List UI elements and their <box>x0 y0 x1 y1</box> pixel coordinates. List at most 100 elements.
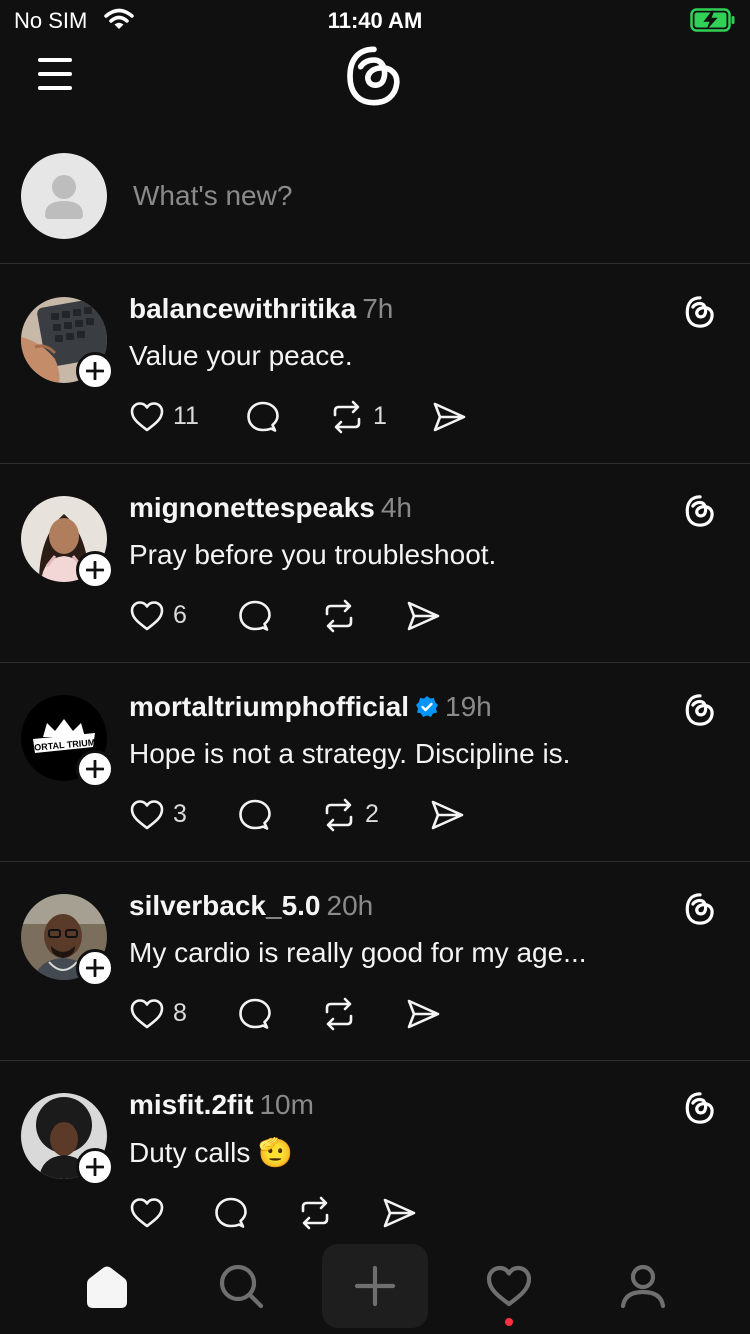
send-icon <box>407 601 440 631</box>
post-text: Hope is not a strategy. Discipline is. <box>129 738 571 769</box>
follow-button[interactable] <box>76 352 114 390</box>
tab-search[interactable] <box>188 1244 294 1328</box>
threads-icon[interactable] <box>683 892 717 926</box>
post-text: Value your peace. <box>129 340 353 371</box>
repost-icon <box>325 798 353 832</box>
comment-icon <box>239 600 271 631</box>
tab-home[interactable] <box>54 1244 160 1328</box>
post[interactable]: balancewithritika 7h Value your peace. 11… <box>0 265 750 464</box>
post-header: silverback_5.0 20h <box>129 890 373 922</box>
follow-button[interactable] <box>76 1148 114 1186</box>
repost-icon <box>325 997 353 1031</box>
hamburger-icon[interactable] <box>34 52 78 96</box>
post-avatar[interactable] <box>21 1093 114 1186</box>
status-bar: No SIM 11:40 AM <box>0 0 750 40</box>
post[interactable]: misfit.2fit 10m Duty calls 🫡 <box>0 1061 750 1260</box>
clock: 11:40 AM <box>327 8 423 33</box>
tab-bar <box>0 1238 750 1334</box>
post-time: 10m <box>259 1089 314 1120</box>
comment-icon <box>247 401 279 432</box>
post-time: 20h <box>326 890 374 921</box>
post-time: 19h <box>445 691 492 722</box>
comment-icon <box>239 799 271 830</box>
heart-icon <box>130 601 164 631</box>
follow-button[interactable] <box>76 750 114 788</box>
username[interactable]: silverback_5.0 <box>129 890 321 921</box>
home-icon <box>87 1266 127 1308</box>
composer-input[interactable]: What's new? <box>133 180 292 212</box>
repost-icon <box>325 599 353 633</box>
post-time: 4h <box>380 492 413 523</box>
send-icon <box>383 1198 416 1228</box>
like-count: 11 <box>173 402 199 430</box>
plus-icon <box>86 561 104 579</box>
follow-button[interactable] <box>76 949 114 987</box>
like-count: 6 <box>173 601 187 629</box>
repost-count: 1 <box>373 402 387 430</box>
post-avatar[interactable] <box>21 297 114 390</box>
search-icon <box>219 1264 264 1309</box>
plus-icon <box>354 1265 396 1307</box>
heart-icon <box>130 800 164 830</box>
repost-count: 2 <box>365 800 379 828</box>
username[interactable]: misfit.2fit <box>129 1089 253 1120</box>
post-actions: 8 <box>129 996 629 1032</box>
post-actions: 11 1 <box>129 399 629 435</box>
plus-icon <box>86 1158 104 1176</box>
post-header: misfit.2fit 10m <box>129 1089 314 1121</box>
like-count: 3 <box>173 800 187 828</box>
threads-icon[interactable] <box>683 494 717 528</box>
plus-icon <box>86 760 104 778</box>
feed: balancewithritika 7h Value your peace. 11… <box>0 265 750 1260</box>
heart-icon <box>130 1198 164 1228</box>
post-actions: 3 2 <box>129 797 629 833</box>
post-actions: 6 <box>129 598 629 634</box>
post-header: mortaltriumphofficial 19h <box>129 691 492 723</box>
notification-dot <box>505 1318 513 1326</box>
heart-icon <box>130 402 164 432</box>
heart-icon <box>130 999 164 1029</box>
threads-icon[interactable] <box>683 295 717 329</box>
threads-icon[interactable] <box>683 1091 717 1125</box>
post-text: Duty calls 🫡 <box>129 1137 294 1168</box>
follow-button[interactable] <box>76 551 114 589</box>
comment-icon <box>239 998 271 1029</box>
send-icon <box>431 800 464 830</box>
post-actions <box>129 1195 629 1231</box>
battery-icon <box>690 8 735 32</box>
username[interactable]: mignonettespeaks <box>129 492 375 523</box>
threads-icon[interactable] <box>683 693 717 727</box>
post-avatar[interactable] <box>21 496 114 589</box>
composer: What's new? <box>0 150 750 264</box>
tab-activity[interactable] <box>456 1244 562 1328</box>
post-avatar[interactable]: MORTAL TRIUMP <box>21 695 114 788</box>
send-icon <box>407 999 440 1029</box>
repost-icon <box>301 1196 329 1230</box>
person-placeholder-icon <box>45 175 83 219</box>
threads-logo-icon[interactable] <box>342 44 406 108</box>
post[interactable]: mignonettespeaks 4h Pray before you troub… <box>0 464 750 663</box>
post[interactable]: MORTAL TRIUMP mortaltriumphofficial 19h H… <box>0 663 750 862</box>
verified-badge-icon <box>416 696 439 717</box>
repost-icon <box>333 400 361 434</box>
post-header: balancewithritika 7h <box>129 293 393 325</box>
username[interactable]: mortaltriumphofficial <box>129 691 409 722</box>
like-count: 8 <box>173 999 187 1027</box>
top-bar <box>0 40 750 116</box>
my-avatar[interactable] <box>21 153 107 239</box>
post-avatar[interactable] <box>21 894 114 987</box>
send-icon <box>433 402 466 432</box>
heart-icon <box>486 1265 532 1307</box>
person-icon <box>620 1264 666 1309</box>
post[interactable]: silverback_5.0 20h My cardio is really go… <box>0 862 750 1061</box>
post-text: My cardio is really good for my age... <box>129 937 587 968</box>
plus-icon <box>86 362 104 380</box>
post-header: mignonettespeaks 4h <box>129 492 412 524</box>
username[interactable]: balancewithritika <box>129 293 356 324</box>
tab-create[interactable] <box>322 1244 428 1328</box>
comment-icon <box>215 1197 247 1228</box>
post-time: 7h <box>362 293 394 324</box>
tab-profile[interactable] <box>590 1244 696 1328</box>
post-text: Pray before you troubleshoot. <box>129 539 497 570</box>
plus-icon <box>86 959 104 977</box>
